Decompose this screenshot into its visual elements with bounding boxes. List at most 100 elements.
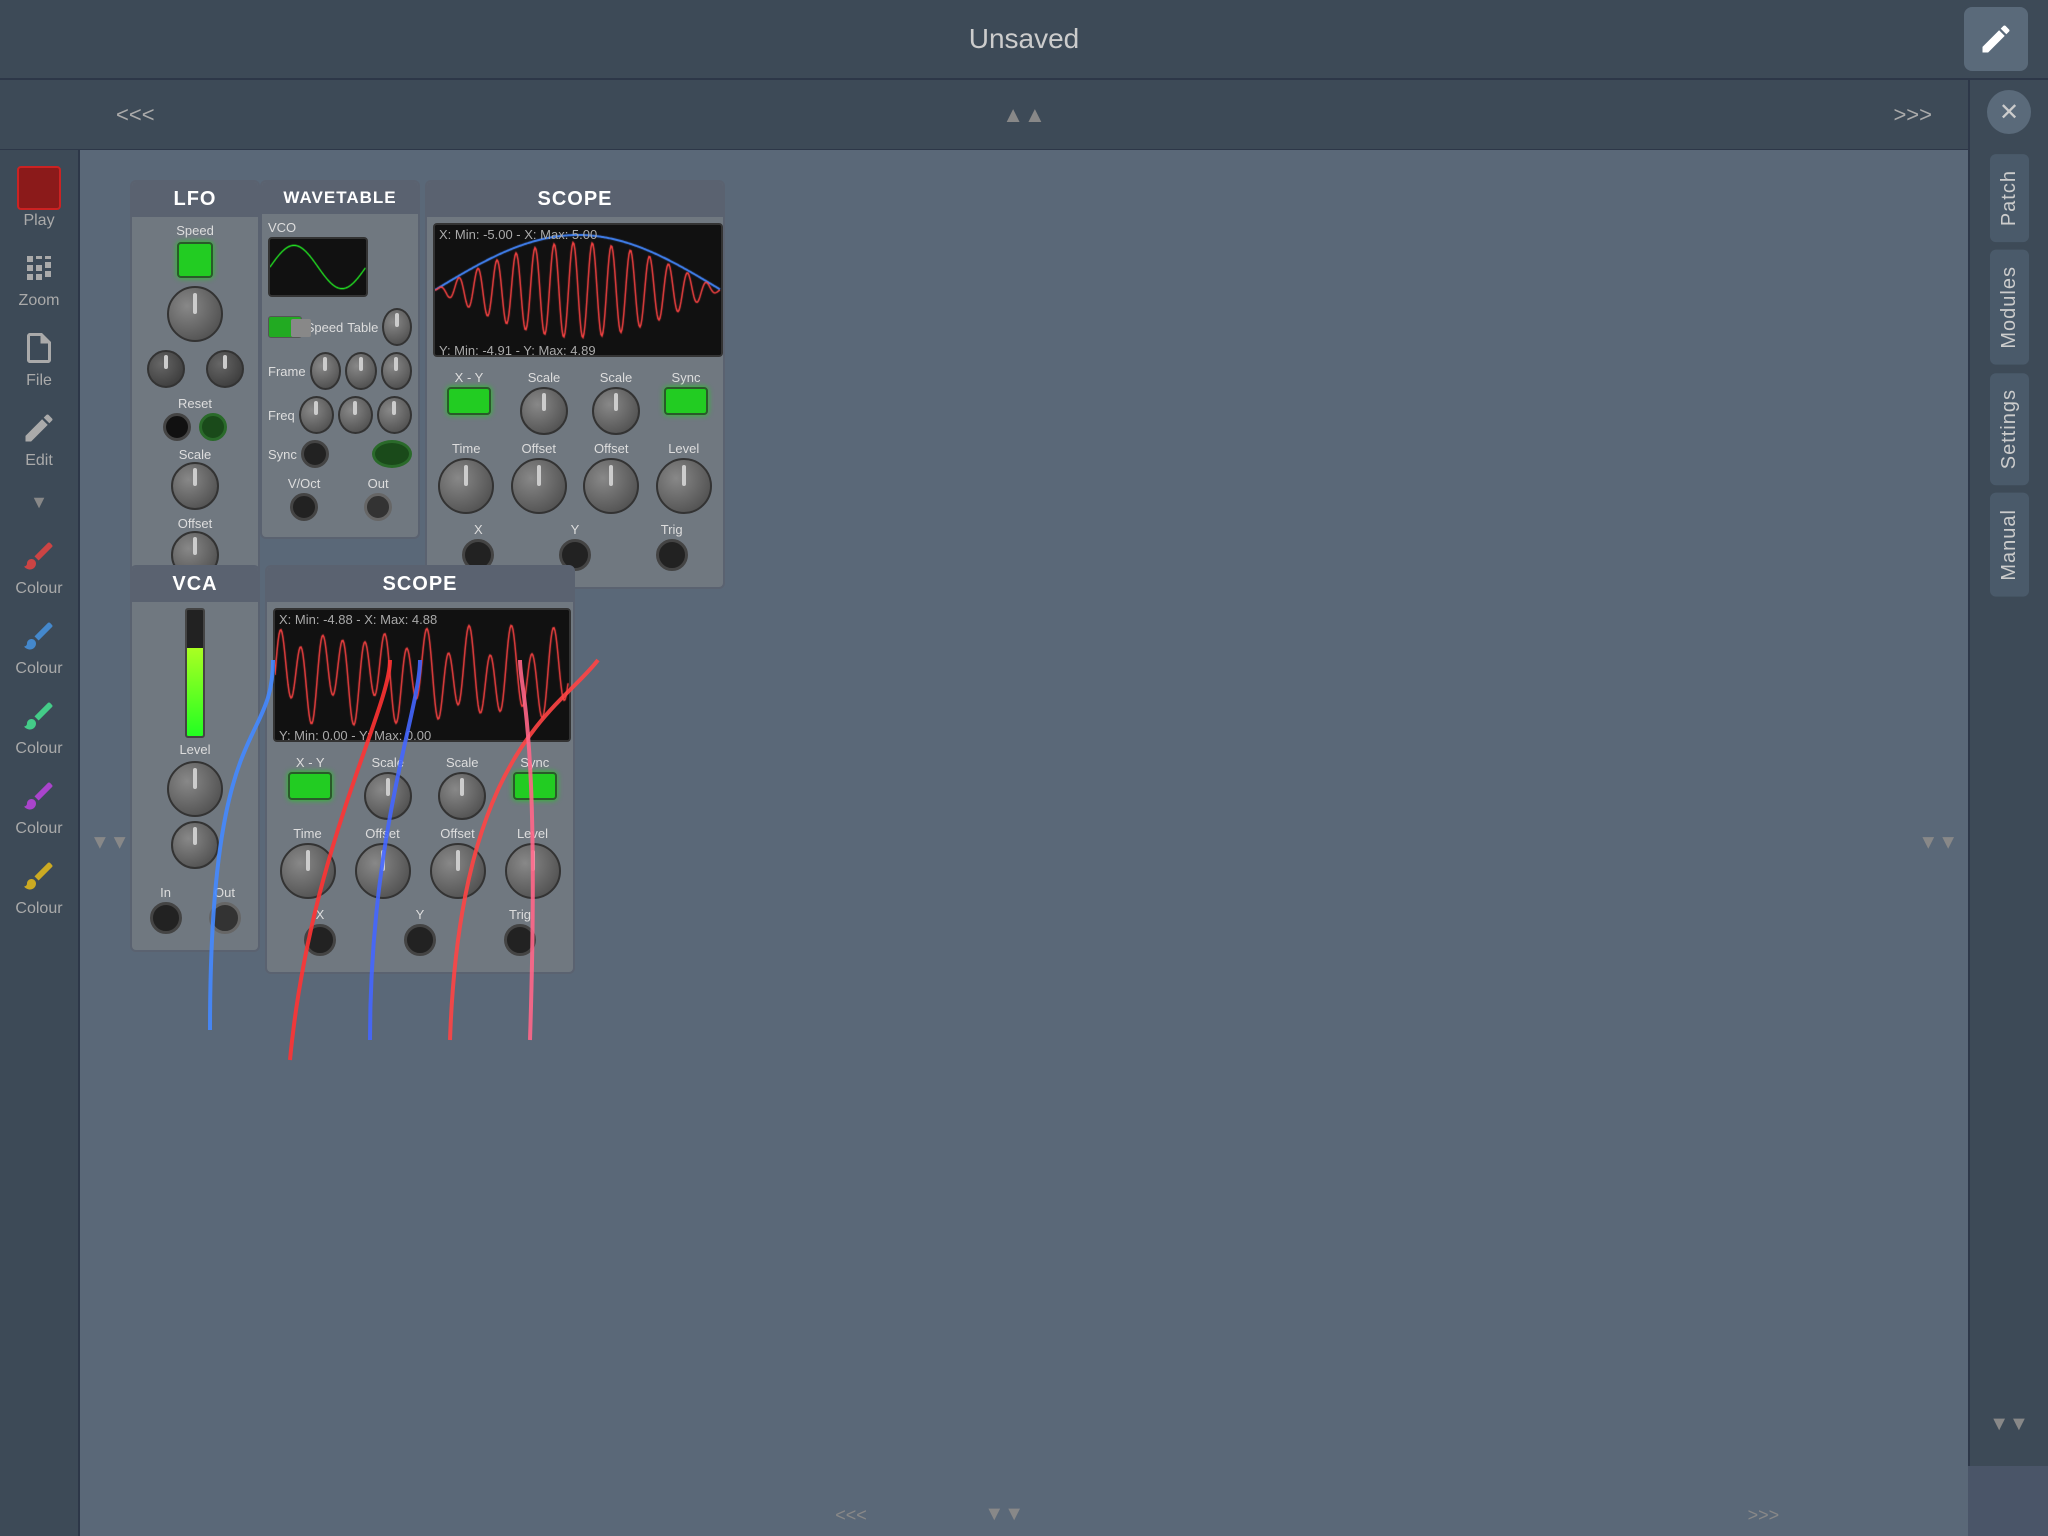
scope2-trig-label: Trig xyxy=(509,907,531,922)
wavetable-frame-knob1[interactable] xyxy=(310,352,341,390)
wavetable-freq-knob2[interactable] xyxy=(338,396,373,434)
scope2-yscale-knob[interactable] xyxy=(438,772,486,820)
wavetable-display xyxy=(268,237,368,297)
panel-close-button[interactable]: ✕ xyxy=(1987,90,2031,134)
sidebar-item-file[interactable]: File xyxy=(4,320,74,396)
scope1-y-label: Y xyxy=(571,522,580,537)
wavetable-frame-knob2[interactable] xyxy=(345,352,376,390)
edit-label: Edit xyxy=(25,452,53,470)
scope2-xminmax: X: Min: -4.88 - X: Max: 4.88 xyxy=(279,612,437,627)
lfo-btn2[interactable] xyxy=(206,350,244,388)
sidebar-item-colour2[interactable]: Colour xyxy=(4,608,74,684)
wavetable-table-knob[interactable] xyxy=(382,308,412,346)
wavetable-vco-label: VCO xyxy=(268,220,412,235)
wavetable-sync-jack[interactable] xyxy=(301,440,329,468)
lfo-reset-label: Reset xyxy=(178,396,212,411)
sidebar-item-colour3[interactable]: Colour xyxy=(4,688,74,764)
canvas-right-nav[interactable]: ▼▼ xyxy=(1908,822,1968,865)
colour2-label: Colour xyxy=(15,660,62,678)
edit-button[interactable] xyxy=(1964,7,2028,71)
scope2-trig-jack[interactable] xyxy=(504,924,536,956)
canvas-bottom-left-nav[interactable]: <<< xyxy=(835,1505,867,1526)
scope2-y-jack[interactable] xyxy=(404,924,436,956)
lfo-btn1[interactable] xyxy=(147,350,185,388)
vca-knob2[interactable] xyxy=(171,821,219,869)
wavetable-speed-toggle[interactable] xyxy=(268,316,302,338)
scope1-level-knob[interactable] xyxy=(656,458,712,514)
nav-right-button[interactable]: >>> xyxy=(1877,94,1948,136)
vca-level-bar xyxy=(185,608,205,738)
scope1-xminmax: X: Min: -5.00 - X: Max: 5.00 xyxy=(439,227,597,242)
scope1-yscale-label: Scale xyxy=(600,370,633,385)
lfo-speed-led[interactable] xyxy=(177,242,213,278)
tab-manual[interactable]: Manual xyxy=(1990,493,2029,597)
scope1-xoffset-knob[interactable] xyxy=(511,458,567,514)
wavetable-freq-knob3[interactable] xyxy=(377,396,412,434)
main-canvas: ▼▼ ▼▼ ▼▼ <<< >>> LFO Speed Reset xyxy=(80,150,1968,1536)
wavetable-title: WAVETABLE xyxy=(262,182,418,214)
canvas-bottom-nav[interactable]: ▼▼ xyxy=(984,1503,1024,1526)
scope1-xy-btn[interactable] xyxy=(447,387,491,415)
sidebar-item-colour5[interactable]: Colour xyxy=(4,848,74,924)
tab-settings[interactable]: Settings xyxy=(1990,373,2029,485)
scope2-yoffset-knob[interactable] xyxy=(430,843,486,899)
scope2-xy-btn[interactable] xyxy=(288,772,332,800)
wavetable-frame-label: Frame xyxy=(268,364,306,379)
canvas-bottom-right-nav[interactable]: >>> xyxy=(1748,1505,1780,1526)
colour1-icon xyxy=(17,534,61,578)
vca-level-container: Level xyxy=(138,608,252,869)
scope1-xoffset-label: Offset xyxy=(522,441,556,456)
wavetable-frame-knob3[interactable] xyxy=(381,352,412,390)
nav-left-button[interactable]: <<< xyxy=(100,94,171,136)
scope2-xoffset-knob[interactable] xyxy=(355,843,411,899)
sidebar-item-colour4[interactable]: Colour xyxy=(4,768,74,844)
vca-in-jack[interactable] xyxy=(150,902,182,934)
vca-level-knob[interactable] xyxy=(167,761,223,817)
scope2-x-jack[interactable] xyxy=(304,924,336,956)
scope1-yminmax: Y: Min: -4.91 - Y: Max: 4.89 xyxy=(439,343,596,358)
colour5-label: Colour xyxy=(15,900,62,918)
lfo-reset-btn[interactable] xyxy=(163,413,191,441)
scope1-xscale-label: Scale xyxy=(528,370,561,385)
tab-patch[interactable]: Patch xyxy=(1990,154,2029,242)
scope1-time-knob[interactable] xyxy=(438,458,494,514)
scope2-level-label: Level xyxy=(517,826,548,841)
scope2-time-label: Time xyxy=(293,826,321,841)
lfo-speed-knob[interactable] xyxy=(167,286,223,342)
sidebar-item-colour1[interactable]: Colour xyxy=(4,528,74,604)
scope2-display xyxy=(273,608,571,742)
scope2-xscale-knob[interactable] xyxy=(364,772,412,820)
wavetable-out-jack[interactable] xyxy=(364,493,392,521)
vca-out-jack[interactable] xyxy=(209,902,241,934)
scope2-sync-btn[interactable] xyxy=(513,772,557,800)
vca-level-fill xyxy=(187,648,203,736)
wavetable-freq-knob1[interactable] xyxy=(299,396,334,434)
scope2-x-label: X xyxy=(316,907,325,922)
file-icon xyxy=(17,326,61,370)
wavetable-sync-led xyxy=(372,440,412,468)
colour4-label: Colour xyxy=(15,820,62,838)
scope2-y-label: Y xyxy=(416,907,425,922)
scope1-yscale-knob[interactable] xyxy=(592,387,640,435)
scope1-trig-jack[interactable] xyxy=(656,539,688,571)
scope1-yoffset-knob[interactable] xyxy=(583,458,639,514)
wavetable-out-label: Out xyxy=(368,476,389,491)
scope2-module: SCOPE X: Min: -4.88 - X: Max: 4.88 Y: Mi… xyxy=(265,565,575,974)
scope1-x-label: X xyxy=(474,522,483,537)
wavetable-voct-jack[interactable] xyxy=(290,493,318,521)
sidebar-item-zoom[interactable]: Zoom xyxy=(4,240,74,316)
scope2-level-knob[interactable] xyxy=(505,843,561,899)
scope1-trig-label: Trig xyxy=(661,522,683,537)
scope1-yoffset-label: Offset xyxy=(594,441,628,456)
sidebar-item-play[interactable]: Play xyxy=(4,160,74,236)
scope2-time-knob[interactable] xyxy=(280,843,336,899)
scope2-xscale-label: Scale xyxy=(371,755,404,770)
scope1-module: SCOPE X: Min: -5.00 - X: Max: 5.00 Y: Mi… xyxy=(425,180,725,589)
tab-modules[interactable]: Modules xyxy=(1990,250,2029,365)
lfo-scale-knob[interactable] xyxy=(171,462,219,510)
scope1-xscale-knob[interactable] xyxy=(520,387,568,435)
scope1-level-label: Level xyxy=(668,441,699,456)
scope1-sync-btn[interactable] xyxy=(664,387,708,415)
vca-out-label: Out xyxy=(214,885,235,900)
sidebar-item-edit[interactable]: Edit xyxy=(4,400,74,476)
